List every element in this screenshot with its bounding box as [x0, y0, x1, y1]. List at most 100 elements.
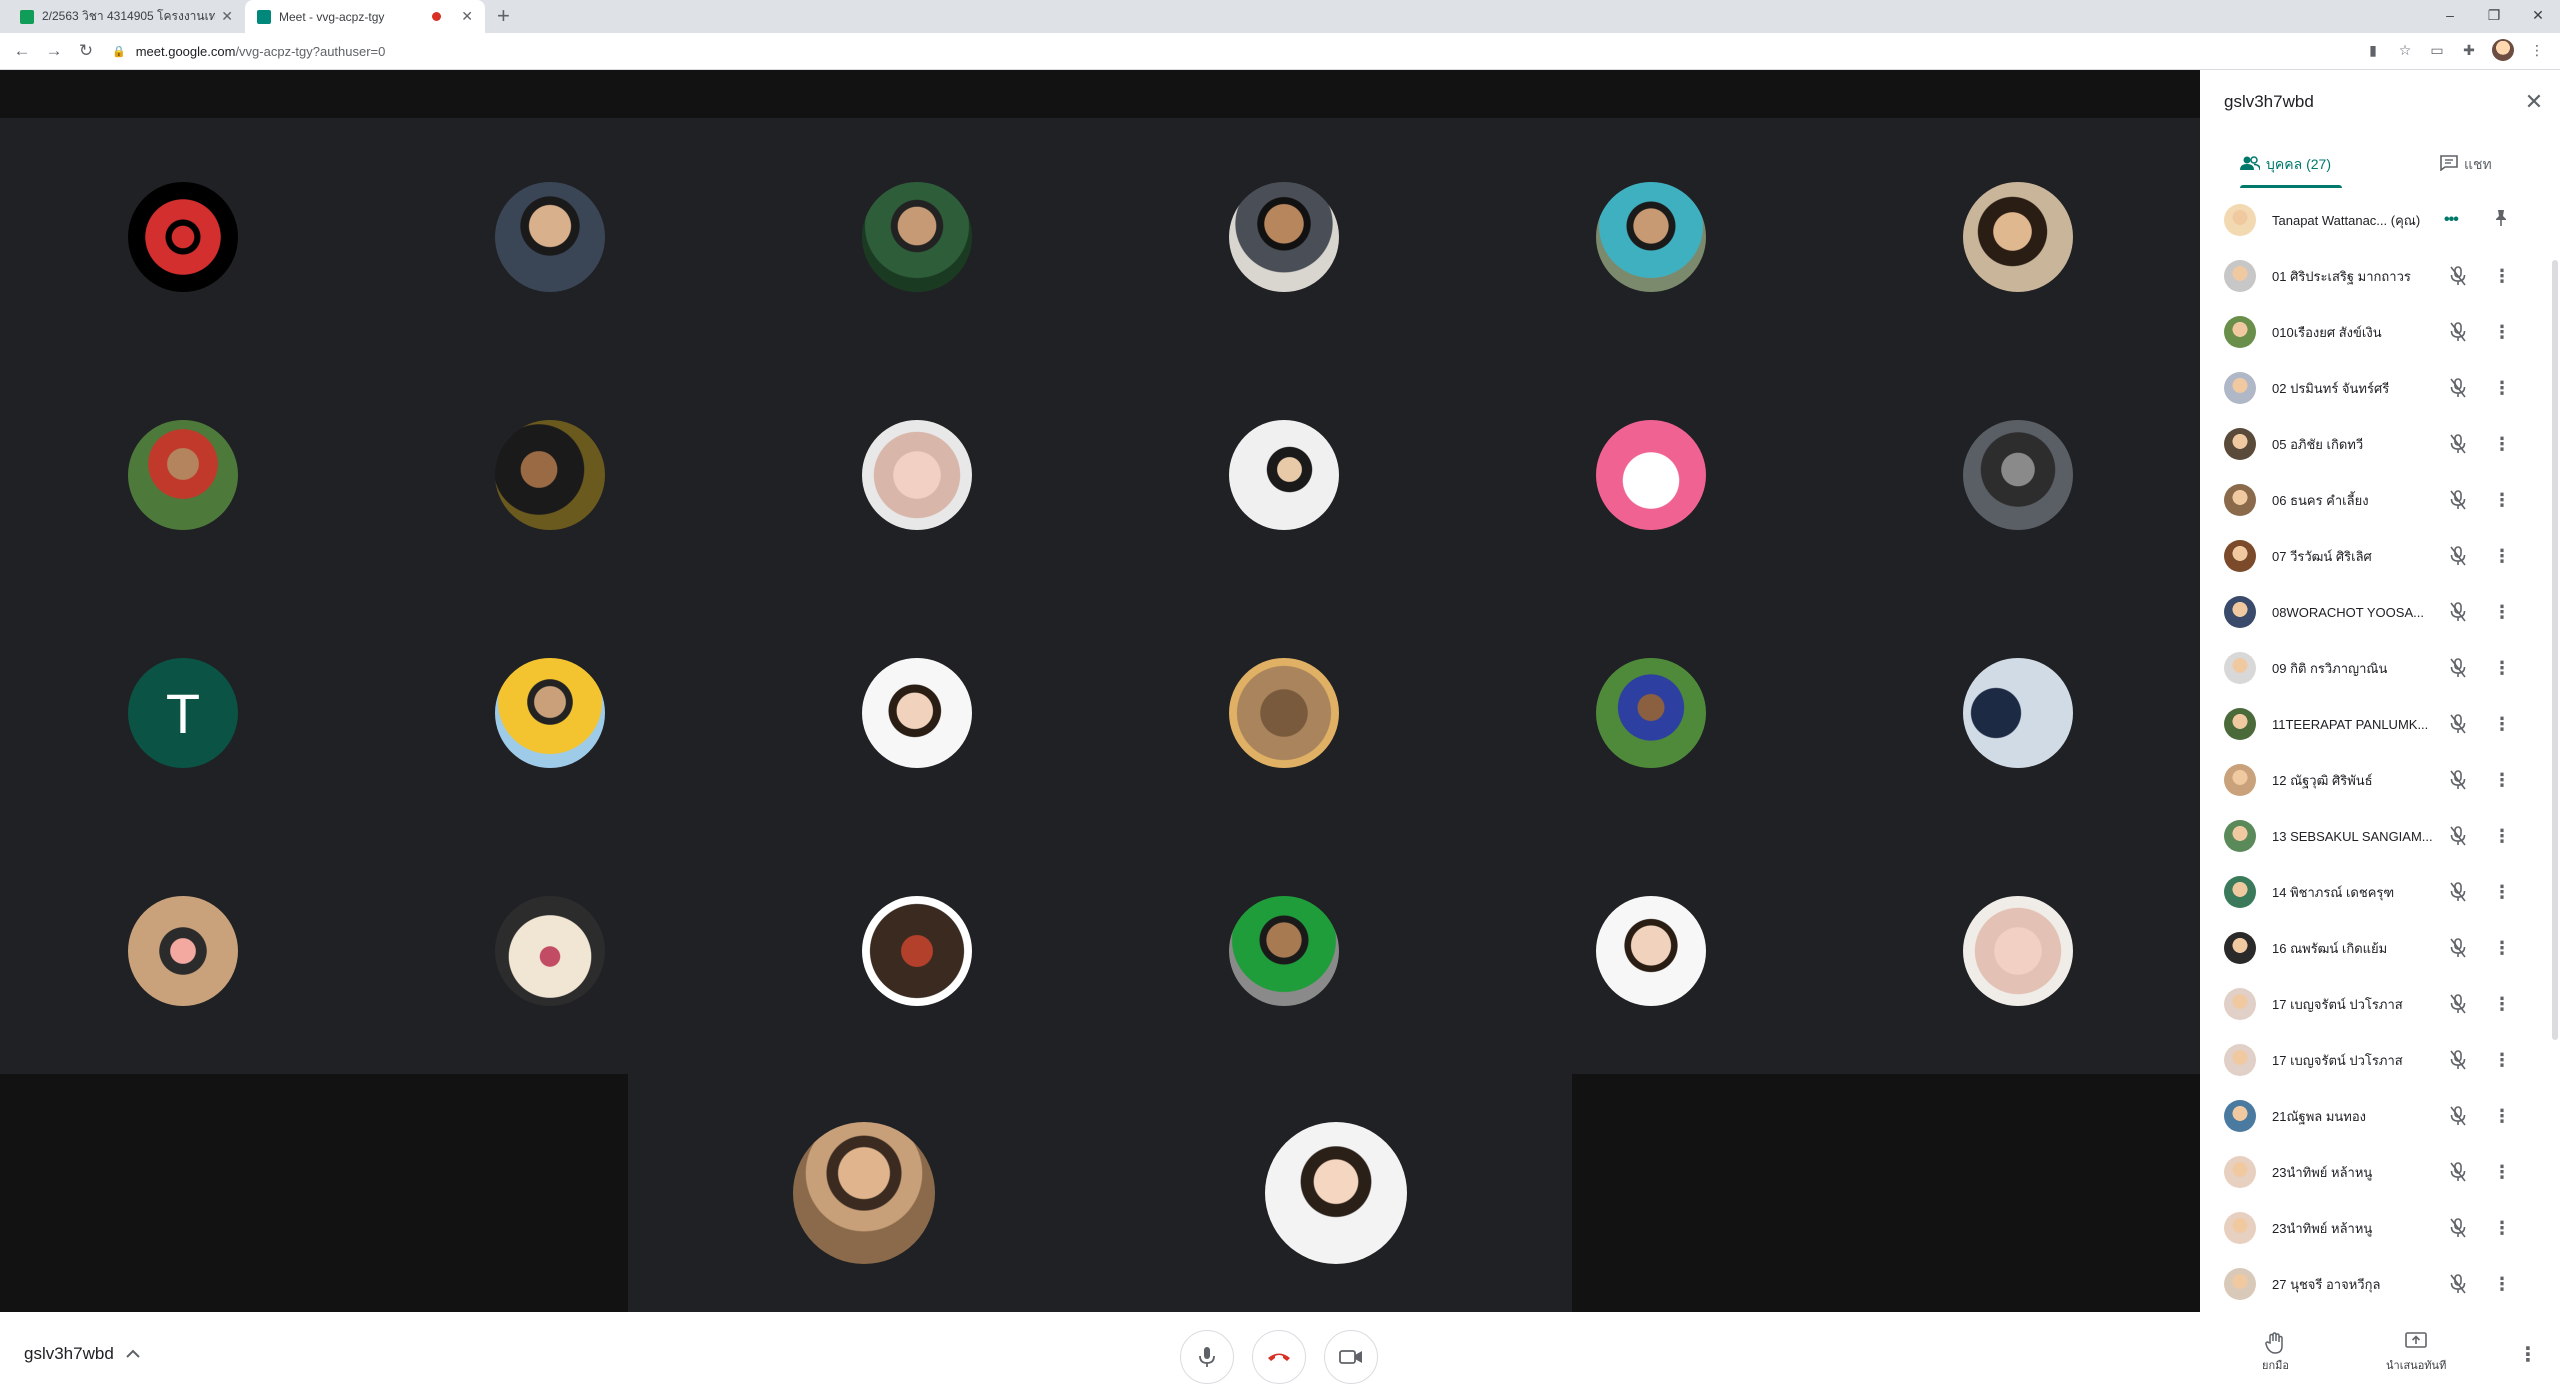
more-vert-icon[interactable]: ⋮	[2490, 712, 2514, 736]
more-vert-icon[interactable]: ⋮	[2490, 264, 2514, 288]
mic-off-icon[interactable]	[2446, 1216, 2470, 1240]
mic-off-icon[interactable]	[2446, 1160, 2470, 1184]
microphone-button[interactable]	[1180, 1330, 1234, 1384]
pin-icon[interactable]	[2494, 209, 2508, 232]
more-vert-icon[interactable]: ⋮	[2490, 1104, 2514, 1128]
camera-button[interactable]	[1324, 1330, 1378, 1384]
participant-avatar[interactable]	[128, 420, 238, 530]
participant-avatar[interactable]	[862, 896, 972, 1006]
participant-row[interactable]: 06 ธนคร คำเลี้ยง ⋮	[2200, 472, 2560, 528]
more-vert-icon[interactable]: ⋮	[2490, 1048, 2514, 1072]
more-vert-icon[interactable]: ⋮	[2490, 824, 2514, 848]
more-vert-icon[interactable]: ⋮	[2490, 1216, 2514, 1240]
participant-row[interactable]: 01 ศิริประเสริฐ มากถาวร ⋮	[2200, 248, 2560, 304]
new-tab-button[interactable]: +	[497, 4, 510, 28]
tab-chat[interactable]: แชท	[2440, 142, 2492, 188]
mic-off-icon[interactable]	[2446, 824, 2470, 848]
more-vert-icon[interactable]: ⋮	[2490, 880, 2514, 904]
extensions-icon[interactable]: ✚	[2460, 41, 2478, 59]
participant-row[interactable]: 27 นุชจรี อาจหวีกุล ⋮	[2200, 1256, 2560, 1302]
mic-off-icon[interactable]	[2446, 432, 2470, 456]
participant-row[interactable]: 11TEERAPAT PANLUMK... ⋮	[2200, 696, 2560, 752]
more-vert-icon[interactable]: ⋮	[2490, 320, 2514, 344]
mic-off-icon[interactable]	[2446, 880, 2470, 904]
more-vert-icon[interactable]: ⋮	[2490, 656, 2514, 680]
more-vert-icon[interactable]: ⋮	[2490, 376, 2514, 400]
participant-row[interactable]: 12 ณัฐวุฒิ ศิริพันธ์ ⋮	[2200, 752, 2560, 808]
meeting-details[interactable]: gslv3h7wbd	[24, 1344, 140, 1364]
mic-off-icon[interactable]	[2446, 376, 2470, 400]
close-tab-icon[interactable]: ✕	[461, 8, 473, 25]
participant-avatar-large[interactable]	[793, 1122, 935, 1264]
participant-avatar[interactable]	[495, 420, 605, 530]
more-vert-icon[interactable]: ⋮	[2490, 600, 2514, 624]
participant-row[interactable]: 09 กิติ กรวิภาญาณิน ⋮	[2200, 640, 2560, 696]
more-vert-icon[interactable]: ⋮	[2490, 1272, 2514, 1296]
mic-off-icon[interactable]	[2446, 320, 2470, 344]
raise-hand-button[interactable]: ยกมือ	[2262, 1332, 2289, 1374]
more-vert-icon[interactable]: ⋮	[2490, 1160, 2514, 1184]
close-tab-icon[interactable]: ✕	[221, 8, 233, 25]
profile-avatar[interactable]	[2492, 39, 2514, 61]
participant-row[interactable]: 21ณัฐพล มนทอง ⋮	[2200, 1088, 2560, 1144]
participant-row[interactable]: 02 ปรมินทร์ จันทร์ศรี ⋮	[2200, 360, 2560, 416]
lock-icon[interactable]: 🔒	[112, 45, 126, 58]
camera-in-use-icon[interactable]: ▮	[2364, 41, 2382, 59]
close-window-button[interactable]: ✕	[2516, 0, 2560, 30]
letter-avatar[interactable]: T	[128, 658, 238, 768]
more-vert-icon[interactable]: ⋮	[2490, 544, 2514, 568]
more-vert-icon[interactable]: ⋮	[2490, 992, 2514, 1016]
mic-off-icon[interactable]	[2446, 1272, 2470, 1296]
participant-avatar[interactable]	[1229, 182, 1339, 292]
more-options-icon[interactable]: ⋮	[2518, 1342, 2538, 1367]
participant-avatar[interactable]	[495, 182, 605, 292]
pug-avatar[interactable]	[128, 896, 238, 1006]
participant-avatar-large[interactable]	[1265, 1122, 1407, 1264]
reload-icon[interactable]: ↻	[74, 39, 98, 63]
mic-off-icon[interactable]	[2446, 936, 2470, 960]
mic-off-icon[interactable]	[2446, 544, 2470, 568]
participant-row-self[interactable]: Tanapat Wattanac... (คุณ) •••	[2200, 192, 2560, 248]
participant-avatar[interactable]	[862, 420, 972, 530]
scrollbar[interactable]	[2552, 260, 2558, 1040]
mic-off-icon[interactable]	[2446, 264, 2470, 288]
participant-avatar[interactable]	[1596, 896, 1706, 1006]
minimize-button[interactable]: –	[2428, 0, 2472, 30]
participant-row[interactable]: 13 SEBSAKUL SANGIAM... ⋮	[2200, 808, 2560, 864]
browser-tab-sheets[interactable]: 2/2563 วิชา 4314905 โครงงานเทคโน ✕	[8, 0, 245, 33]
participant-avatar[interactable]	[1596, 182, 1706, 292]
tab-people[interactable]: บุคคล (27)	[2240, 142, 2331, 188]
participant-row[interactable]: 05 อภิชัย เกิดทวี ⋮	[2200, 416, 2560, 472]
participant-avatar[interactable]	[862, 182, 972, 292]
sharingan-avatar[interactable]	[128, 182, 238, 292]
dog-avatar[interactable]	[495, 896, 605, 1006]
forward-arrow-icon[interactable]: →	[42, 39, 66, 63]
present-now-button[interactable]: นำเสนอทันที	[2386, 1332, 2446, 1374]
participant-row[interactable]: 23นำทิพย์ หล้าหนู ⋮	[2200, 1144, 2560, 1200]
participant-row[interactable]: 17 เบญจรัตน์ ปวโรภาส ⋮	[2200, 1032, 2560, 1088]
participant-row[interactable]: 23นำทิพย์ หล้าหนู ⋮	[2200, 1200, 2560, 1256]
leave-call-button[interactable]	[1252, 1330, 1306, 1384]
mic-off-icon[interactable]	[2446, 768, 2470, 792]
close-panel-icon[interactable]: ✕	[2520, 88, 2548, 116]
participant-row[interactable]: 07 วีรวัฒน์ ศิริเลิศ ⋮	[2200, 528, 2560, 584]
mic-off-icon[interactable]	[2446, 992, 2470, 1016]
more-vert-icon[interactable]: ⋮	[2490, 768, 2514, 792]
participant-avatar[interactable]	[1963, 896, 2073, 1006]
animal-avatar[interactable]	[1229, 658, 1339, 768]
participant-avatar[interactable]	[1596, 658, 1706, 768]
participant-avatar[interactable]	[1963, 658, 2073, 768]
cast-icon[interactable]: ▭	[2428, 41, 2446, 59]
participant-avatar[interactable]	[1963, 420, 2073, 530]
bookmark-star-icon[interactable]: ☆	[2396, 41, 2414, 59]
browser-menu-icon[interactable]: ⋮	[2528, 41, 2546, 59]
participant-avatar[interactable]	[1229, 896, 1339, 1006]
mic-off-icon[interactable]	[2446, 1048, 2470, 1072]
participant-row[interactable]: 16 ณพรัฒน์ เกิดแย้ม ⋮	[2200, 920, 2560, 976]
participant-avatar[interactable]	[495, 658, 605, 768]
browser-tab-meet[interactable]: Meet - vvg-acpz-tgy ✕	[245, 0, 485, 33]
more-vert-icon[interactable]: ⋮	[2490, 432, 2514, 456]
mic-off-icon[interactable]	[2446, 656, 2470, 680]
more-vert-icon[interactable]: ⋮	[2490, 936, 2514, 960]
hello-kitty-avatar[interactable]	[1596, 420, 1706, 530]
